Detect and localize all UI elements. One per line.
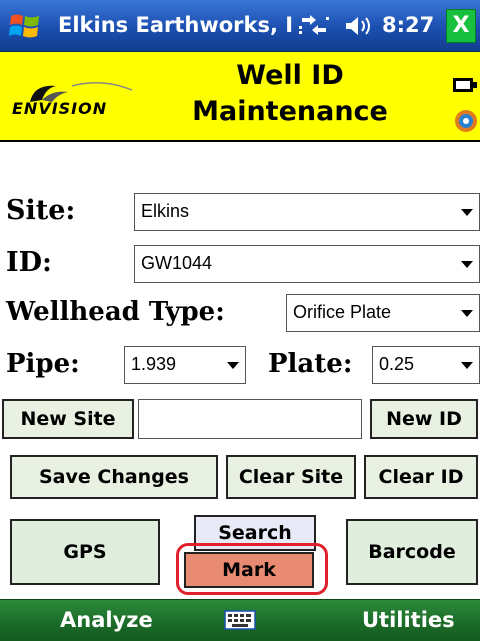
site-label: Site: [6,195,76,226]
analyze-softkey[interactable]: Analyze [60,608,153,632]
id-label: ID: [6,247,53,278]
volume-icon[interactable] [344,14,378,38]
id-dropdown-value: GW1044 [141,253,213,273]
chevron-down-icon [227,362,239,369]
chevron-down-icon [461,209,473,216]
app-header: ENVISION Well ID Maintenance [0,52,480,142]
chevron-down-icon [461,362,473,369]
title-bar: Elkins Earthworks, I 8:27 X [0,0,480,52]
keyboard-icon[interactable] [224,608,256,632]
wellhead-type-label: Wellhead Type: [6,297,225,327]
new-site-input[interactable] [138,399,362,439]
pipe-label: Pipe: [6,349,80,379]
site-dropdown[interactable]: Elkins [134,193,480,231]
clock[interactable]: 8:27 [382,13,434,37]
disc-icon [455,110,477,132]
gps-button[interactable]: GPS [10,519,160,585]
device-screen: Elkins Earthworks, I 8:27 X ENVISION Wel… [0,0,480,641]
clear-id-button[interactable]: Clear ID [364,455,478,499]
page-title-line1: Well ID [236,60,344,91]
envision-logo-text: ENVISION [12,99,108,118]
new-id-button[interactable]: New ID [370,399,478,439]
wellhead-type-dropdown[interactable]: Orifice Plate [286,294,480,332]
chevron-down-icon [461,261,473,268]
page-title-line2: Maintenance [192,96,388,127]
save-changes-button[interactable]: Save Changes [10,455,218,499]
window-title: Elkins Earthworks, I [58,13,294,37]
page-title: Well ID Maintenance [160,58,420,130]
site-dropdown-value: Elkins [141,201,190,221]
battery-icon [453,78,477,92]
utilities-softkey[interactable]: Utilities [362,608,455,632]
new-site-button[interactable]: New Site [2,399,134,439]
plate-dropdown-value: 0.25 [379,354,415,374]
pipe-dropdown[interactable]: 1.939 [124,346,246,384]
plate-label: Plate: [268,349,353,379]
plate-dropdown[interactable]: 0.25 [372,346,480,384]
close-button[interactable]: X [446,9,476,43]
pipe-dropdown-value: 1.939 [131,354,177,374]
id-dropdown[interactable]: GW1044 [134,245,480,283]
barcode-button[interactable]: Barcode [346,519,478,585]
mark-button[interactable]: Mark [184,552,314,588]
windows-start-icon[interactable] [8,10,42,42]
softkey-bar: Analyze Utilities [0,599,480,641]
clear-site-button[interactable]: Clear Site [226,455,356,499]
chevron-down-icon [461,310,473,317]
wellhead-type-value: Orifice Plate [293,302,392,322]
network-connectivity-icon[interactable] [296,14,332,38]
